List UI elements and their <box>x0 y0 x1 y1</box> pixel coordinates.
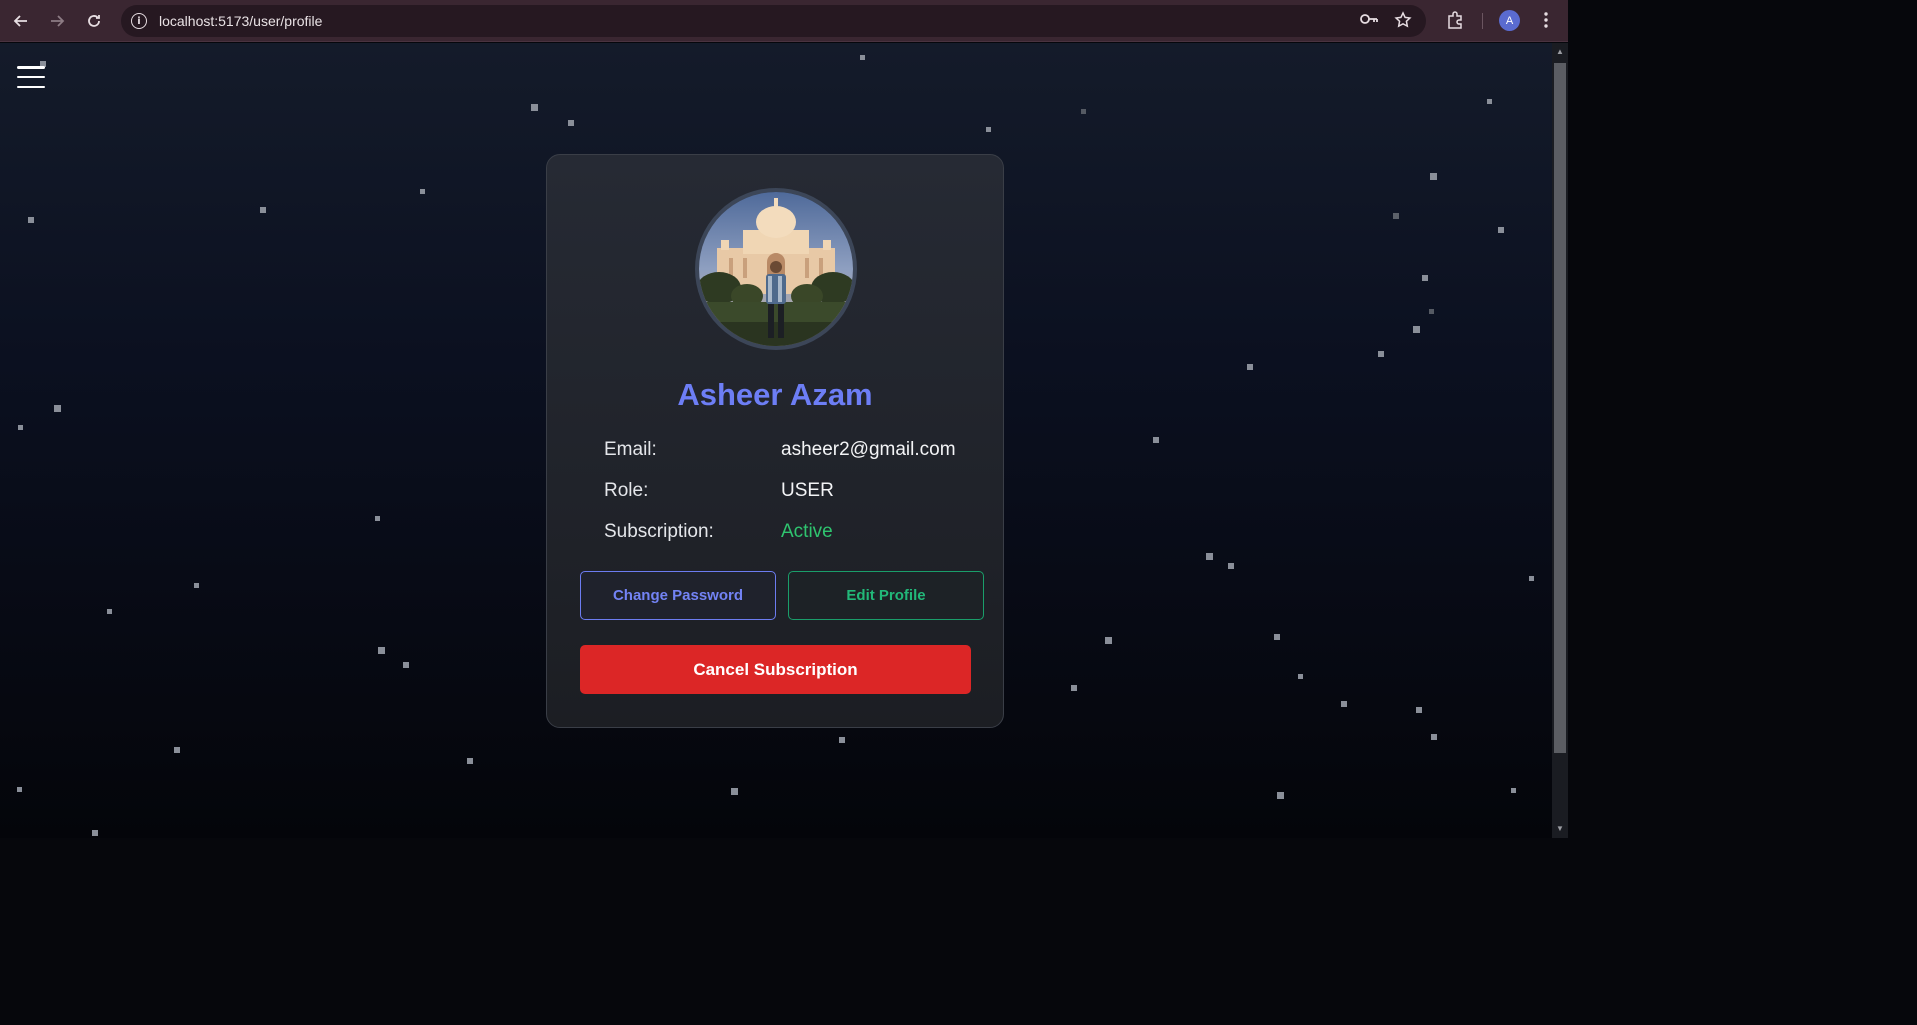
star-decoration <box>1341 701 1347 707</box>
star-decoration <box>194 583 199 588</box>
star-decoration <box>260 207 266 213</box>
star-decoration <box>731 788 738 795</box>
star-decoration <box>839 737 845 743</box>
profile-card: Asheer Azam Email: asheer2@gmail.com Rol… <box>546 154 1004 728</box>
profile-photo <box>695 188 857 350</box>
star-decoration <box>1422 275 1428 281</box>
scroll-down-arrow-icon[interactable]: ▼ <box>1556 824 1564 833</box>
reload-icon[interactable] <box>78 5 110 37</box>
menu-bar <box>17 85 45 88</box>
email-label: Email: <box>604 439 657 460</box>
star-decoration <box>860 55 865 60</box>
role-label: Role: <box>604 480 649 501</box>
profile-photo-image <box>699 192 853 346</box>
browser-toolbar: i localhost:5173/user/profile A <box>0 0 1568 42</box>
kebab-menu-icon[interactable] <box>1540 10 1552 35</box>
profile-name: Asheer Azam <box>677 377 873 412</box>
star-decoration <box>1105 637 1112 644</box>
star-decoration <box>1274 634 1280 640</box>
menu-bar <box>17 75 45 79</box>
star-decoration <box>174 747 180 753</box>
key-icon[interactable] <box>1359 11 1379 32</box>
menu-bar <box>17 66 45 69</box>
profile-avatar[interactable]: A <box>1499 10 1520 31</box>
star-decoration <box>1071 685 1077 691</box>
star-decoration <box>1413 326 1420 333</box>
cancel-subscription-button[interactable]: Cancel Subscription <box>580 645 971 694</box>
star-decoration <box>1431 734 1437 740</box>
back-arrow-icon[interactable] <box>5 5 37 37</box>
star-decoration <box>17 787 22 792</box>
star-decoration <box>403 662 409 668</box>
star-decoration <box>568 120 574 126</box>
star-decoration <box>1378 351 1384 357</box>
star-decoration <box>54 405 61 412</box>
star-decoration <box>1429 309 1434 314</box>
star-decoration <box>107 609 112 614</box>
star-decoration <box>92 830 98 836</box>
hamburger-menu-icon[interactable] <box>17 66 45 88</box>
star-decoration <box>1247 364 1253 370</box>
star-decoration <box>375 516 380 521</box>
change-password-button[interactable]: Change Password <box>580 571 776 620</box>
page-scrollbar[interactable]: ▲ ▼ <box>1552 43 1568 838</box>
scroll-up-arrow-icon[interactable]: ▲ <box>1556 47 1564 56</box>
star-decoration <box>531 104 538 111</box>
star-decoration <box>1081 109 1086 114</box>
subscription-status: Active <box>781 521 833 542</box>
star-decoration <box>1153 437 1159 443</box>
forward-arrow-icon[interactable] <box>41 5 73 37</box>
subscription-label: Subscription: <box>604 521 714 542</box>
site-info-icon[interactable]: i <box>131 13 147 29</box>
role-value: USER <box>781 480 834 501</box>
star-decoration <box>1430 173 1437 180</box>
toolbar-divider <box>1482 13 1483 29</box>
star-decoration <box>378 647 385 654</box>
star-decoration <box>1277 792 1284 799</box>
scrollbar-thumb[interactable] <box>1554 63 1566 753</box>
star-decoration <box>1206 553 1213 560</box>
star-decoration <box>1228 563 1234 569</box>
star-decoration <box>18 425 23 430</box>
star-decoration <box>1487 99 1492 104</box>
extensions-icon[interactable] <box>1446 11 1464 34</box>
star-decoration <box>1498 227 1504 233</box>
star-decoration <box>1416 707 1422 713</box>
star-decoration <box>1393 213 1399 219</box>
star-decoration <box>467 758 473 764</box>
star-decoration <box>1511 788 1516 793</box>
star-decoration <box>28 217 34 223</box>
star-decoration <box>1529 576 1534 581</box>
address-bar[interactable]: i localhost:5173/user/profile <box>121 5 1426 37</box>
star-decoration <box>986 127 991 132</box>
url-text[interactable]: localhost:5173/user/profile <box>159 13 322 29</box>
page-background: Asheer Azam Email: asheer2@gmail.com Rol… <box>0 43 1552 838</box>
email-value: asheer2@gmail.com <box>781 439 956 460</box>
bookmark-star-icon[interactable] <box>1394 11 1412 34</box>
star-decoration <box>420 189 425 194</box>
star-decoration <box>1298 674 1303 679</box>
edit-profile-button[interactable]: Edit Profile <box>788 571 984 620</box>
